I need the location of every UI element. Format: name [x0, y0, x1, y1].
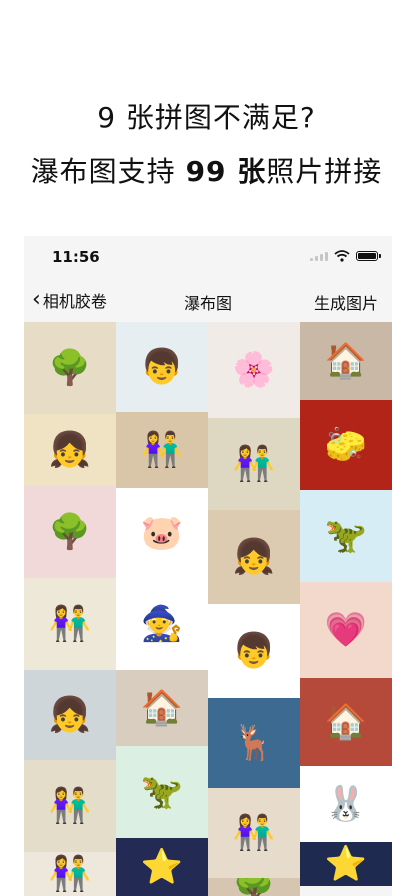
rabbit-icon: 🐰 — [324, 784, 368, 824]
photo-tile[interactable]: 🏠 — [116, 670, 208, 746]
photo-tile[interactable]: 🧽 — [300, 400, 392, 490]
star-icon: ⭐ — [140, 847, 184, 887]
photo-tile[interactable]: 👧 — [208, 510, 300, 604]
shop-icon: 🏠 — [324, 341, 368, 381]
photo-tile[interactable]: 🌳 — [24, 322, 116, 414]
photo-tile[interactable]: ⭐ — [116, 838, 208, 896]
girl-icon: 👧 — [232, 537, 276, 577]
tree-icon: 🌳 — [233, 878, 275, 896]
photo-tile[interactable]: 🌳 — [208, 878, 300, 896]
photo-tile[interactable]: 👫 — [208, 418, 300, 510]
photo-tile[interactable]: 👫 — [24, 760, 116, 852]
photo-tile[interactable]: 🧙 — [116, 578, 208, 670]
spongebob-icon: 🧽 — [324, 425, 368, 465]
nav-bar: ‹ 相机胶卷 瀑布图 生成图片 — [24, 280, 392, 320]
battery-icon — [356, 251, 381, 261]
dino-icon: 🦖 — [140, 772, 184, 812]
generate-image-button[interactable]: 生成图片 — [314, 290, 378, 314]
photo-tile[interactable]: 🦖 — [300, 490, 392, 582]
heart-icon: 💗 — [324, 610, 368, 650]
status-icons — [310, 250, 381, 262]
couple-icon: 👫 — [232, 444, 276, 484]
photo-tile[interactable]: 👦 — [116, 322, 208, 412]
photo-tile[interactable]: 🌳 — [24, 486, 116, 578]
signal-icon — [310, 251, 328, 261]
boy-icon: 👦 — [232, 631, 276, 671]
boy-icon: 👦 — [140, 347, 184, 387]
pig-icon: 🐷 — [140, 513, 184, 553]
photo-tile[interactable]: ⭐ — [300, 842, 392, 886]
photo-tile[interactable]: 🏠 — [300, 678, 392, 766]
waterfall-photo-grid: 🌳 👧 🌳 👫 👧 👫 👫 👦 👫 🐷 🧙 🏠 🦖 ⭐ 🌸 👫 👧 👦 🦌 👫 🌳 🏠 🧽 🦖 💗 🏠 🐰 ⭐ — [24, 322, 392, 896]
photo-tile[interactable]: 🐰 — [300, 766, 392, 842]
phone-screen: 11:56 ‹ 相机胶卷 瀑布图 生成图片 🌳 👧 🌳 👫 👧 👫 👫 👦 👫 🐷 🧙 🏠 🦖 ⭐ 🌸 👫 👧 👦… — [24, 236, 392, 896]
photo-tile[interactable]: 🐷 — [116, 488, 208, 578]
photo-tile[interactable]: 👫 — [24, 578, 116, 670]
photo-tile[interactable]: 💗 — [300, 582, 392, 678]
photo-column: 🌳 👧 🌳 👫 👧 👫 👫 — [24, 322, 116, 896]
dino-icon: 🦖 — [324, 516, 368, 556]
tree-icon: 🌳 — [48, 348, 92, 388]
photo-tile[interactable]: 👧 — [24, 670, 116, 760]
promo-line-2-suffix: 照片拼接 — [266, 155, 383, 188]
photo-tile[interactable]: 👦 — [208, 604, 300, 698]
promo-line-2-prefix: 瀑布图支持 — [30, 155, 186, 188]
photo-column: 🏠 🧽 🦖 💗 🏠 🐰 ⭐ — [300, 322, 392, 886]
deer-icon: 🦌 — [232, 723, 276, 763]
photo-tile[interactable]: 🦌 — [208, 698, 300, 788]
status-bar: 11:56 — [24, 236, 392, 280]
photo-column: 🌸 👫 👧 👦 🦌 👫 🌳 — [208, 322, 300, 896]
promo-line-2-highlight: 99 张 — [185, 155, 267, 188]
tree-icon: 🌳 — [48, 512, 92, 552]
couple-icon: 👫 — [140, 430, 184, 470]
photo-tile[interactable]: 🌸 — [208, 322, 300, 418]
wizard-icon: 🧙 — [140, 604, 184, 644]
photo-tile[interactable]: 👫 — [116, 412, 208, 488]
promo-line-2: 瀑布图支持 99 张照片拼接 — [0, 150, 413, 190]
wifi-icon — [334, 250, 350, 262]
girl-icon: 👧 — [48, 430, 92, 470]
status-time: 11:56 — [52, 248, 100, 266]
couple-icon: 👫 — [48, 604, 92, 644]
photo-tile[interactable]: 🦖 — [116, 746, 208, 838]
couple-icon: 👫 — [232, 813, 276, 853]
photo-column: 👦 👫 🐷 🧙 🏠 🦖 ⭐ — [116, 322, 208, 896]
girl-icon: 👧 — [48, 695, 92, 735]
photo-tile[interactable]: 🏠 — [300, 322, 392, 400]
couple-icon: 👫 — [48, 786, 92, 826]
photo-tile[interactable]: 👫 — [208, 788, 300, 878]
flower-icon: 🌸 — [232, 350, 276, 390]
couple-icon: 👫 — [48, 854, 92, 894]
photo-tile[interactable]: 👫 — [24, 852, 116, 896]
star-icon: ⭐ — [324, 844, 368, 884]
shop-icon: 🏠 — [140, 688, 184, 728]
photo-tile[interactable]: 👧 — [24, 414, 116, 486]
promo-line-1: 9 张拼图不满足? — [97, 101, 316, 134]
shop-icon: 🏠 — [324, 702, 368, 742]
